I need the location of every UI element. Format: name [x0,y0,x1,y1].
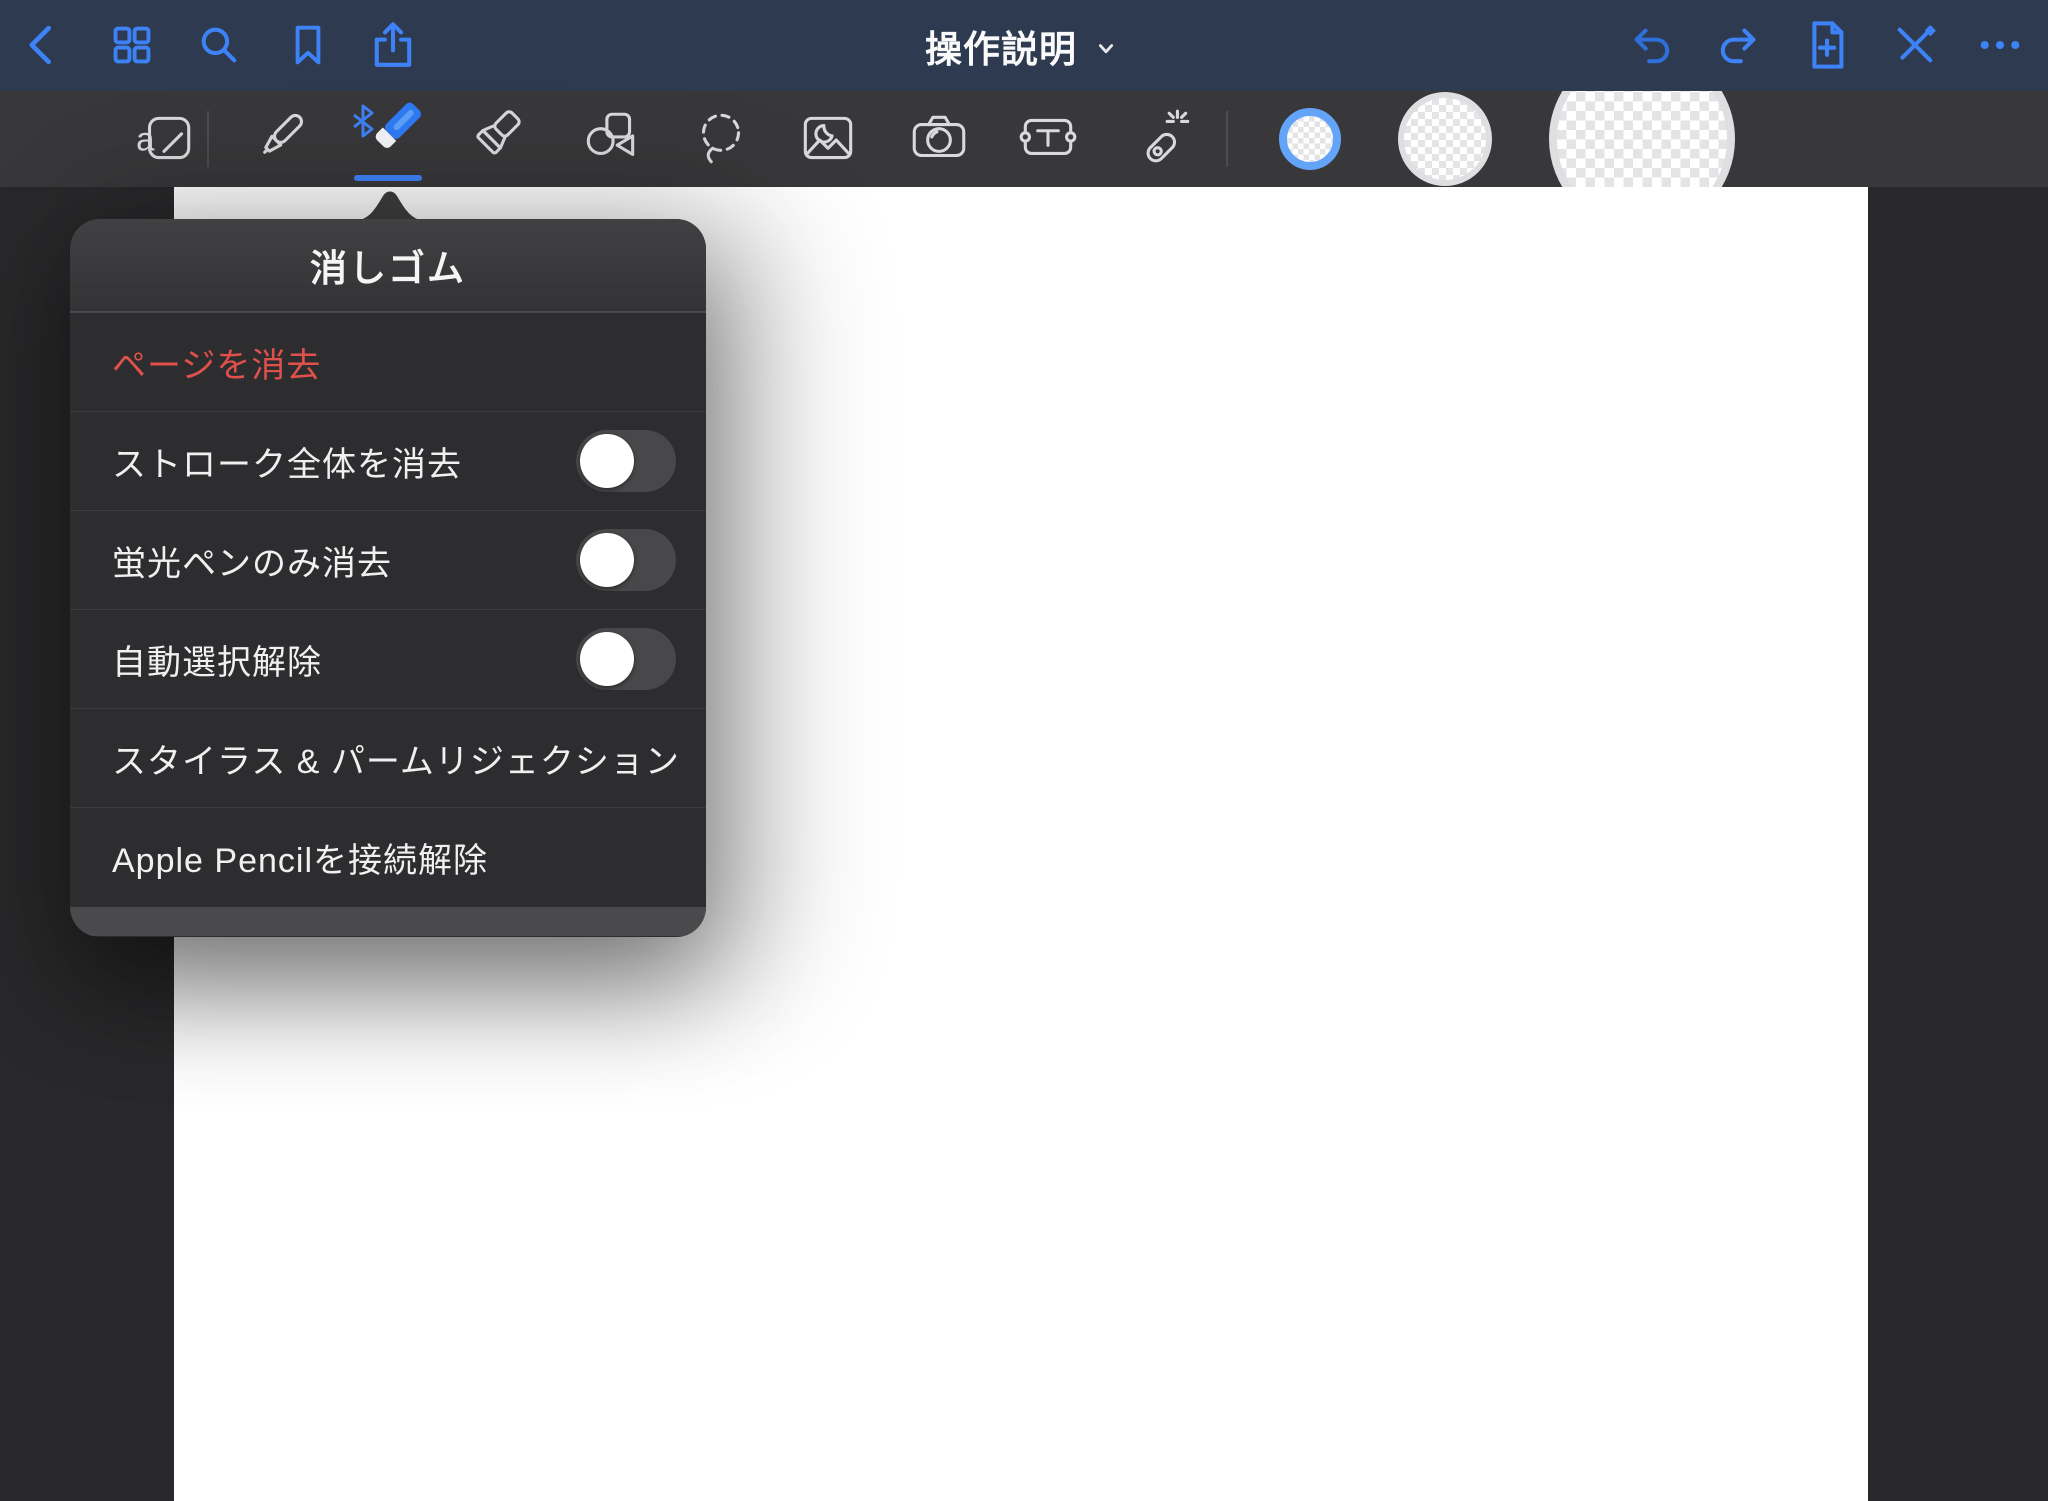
lasso-icon [688,106,754,172]
share-icon [366,18,420,72]
menu-item-auto-deselect: 自動選択解除 [70,610,706,709]
add-page-button[interactable] [1799,17,1855,73]
eraser-size-small[interactable] [1279,108,1341,170]
eraser-size-medium[interactable] [1398,92,1492,186]
eraser-size-large[interactable] [1549,91,1735,187]
popover-title: 消しゴム [70,219,706,313]
svg-text:a: a [136,120,155,157]
back-icon [15,17,71,73]
shapes-icon [578,106,644,172]
zoom-window-icon: a [132,106,198,172]
undo-button[interactable] [1623,17,1679,73]
toolbar-divider [207,111,209,167]
back-button[interactable] [15,17,71,73]
thumbnails-button[interactable] [104,17,160,73]
menu-item-stylus-palm-rejection[interactable]: スタイラス & パームリジェクション [70,709,706,808]
toolbar-divider [1226,111,1228,167]
shapes-tool[interactable] [569,91,653,187]
thumbnails-grid-icon [106,19,158,71]
erase-highlighter-only-toggle[interactable] [576,529,676,591]
eraser-settings-popover: 消しゴム ページを消去 ストローク全体を消去 蛍光ペンのみ消去 自動選択解除 [70,219,706,937]
eraser-selected-icon [336,91,432,187]
highlighter-tool[interactable] [454,91,538,187]
popover-footer [70,907,706,936]
menu-item-clear-page[interactable]: ページを消去 [70,313,706,412]
more-options-button[interactable] [1972,17,2028,73]
popover-arrow [352,187,428,221]
eraser-tool[interactable] [336,91,432,187]
menu-item-disconnect-apple-pencil[interactable]: Apple Pencilを接続解除 [70,808,706,907]
share-button[interactable] [365,17,421,73]
pen-disable-icon [1888,18,1942,72]
toggle-knob [580,632,634,686]
redo-button[interactable] [1711,17,1767,73]
pen-icon [247,106,313,172]
goodnotes-app: 操作説明 a [0,0,2048,1501]
menu-item-erase-entire-stroke: ストローク全体を消去 [70,412,706,511]
search-icon [192,18,246,72]
add-page-icon [1800,18,1854,72]
auto-deselect-toggle[interactable] [576,628,676,690]
laser-pointer-icon [1130,106,1196,172]
bookmark-button[interactable] [280,17,336,73]
stylus-mode-button[interactable] [1887,17,1943,73]
erase-entire-stroke-toggle[interactable] [576,430,676,492]
image-icon [795,106,861,172]
drawing-toolbar: a [0,91,2048,187]
text-box-icon [1015,106,1081,172]
document-stage: 消しゴム ページを消去 ストローク全体を消去 蛍光ペンのみ消去 自動選択解除 [0,187,2048,1501]
image-tool[interactable] [786,91,870,187]
menu-item-erase-highlighter-only: 蛍光ペンのみ消去 [70,511,706,610]
camera-icon [906,106,972,172]
more-ellipsis-icon [1973,18,2027,72]
toggle-knob [580,533,634,587]
page-title: 操作説明 [925,19,1077,73]
redo-icon [1712,18,1766,72]
bluetooth-icon [354,106,372,136]
toggle-knob [580,434,634,488]
search-button[interactable] [191,17,247,73]
bookmark-icon [282,19,334,71]
highlighter-icon [463,106,529,172]
zoom-window-tool[interactable]: a [123,91,207,187]
undo-icon [1624,18,1678,72]
laser-pointer-tool[interactable] [1121,91,1205,187]
text-tool[interactable] [1006,91,1090,187]
lasso-tool[interactable] [679,91,763,187]
chevron-down-icon [1089,32,1123,66]
top-navigation-bar: 操作説明 [0,0,2048,91]
pen-tool[interactable] [238,91,322,187]
camera-tool[interactable] [897,91,981,187]
